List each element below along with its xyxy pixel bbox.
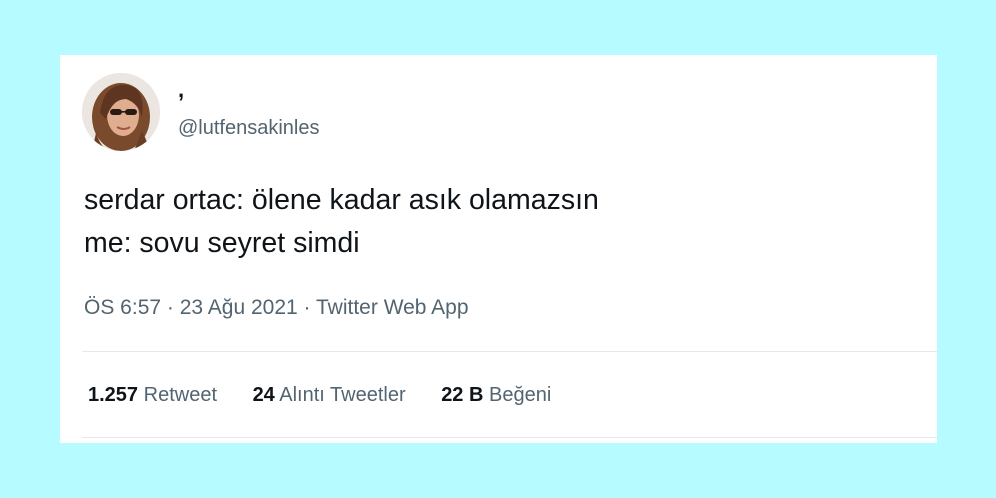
- meta-separator: ·: [166, 296, 174, 319]
- retweet-stat[interactable]: 1.257 Retweet: [88, 380, 217, 410]
- tweet-time[interactable]: ÖS 6:57: [84, 296, 161, 319]
- quote-tweet-stat[interactable]: 24 Alıntı Tweetler: [253, 380, 406, 410]
- tweet-date[interactable]: 23 Ağu 2021: [180, 296, 298, 319]
- tweet-card: , @lutfensakinles serdar ortac: ölene ka…: [60, 55, 937, 443]
- like-stat[interactable]: 22 B Beğeni: [441, 380, 551, 410]
- stat-count: 1.257: [88, 384, 139, 406]
- stat-label: Beğeni: [489, 384, 552, 406]
- display-name[interactable]: ,: [178, 77, 184, 103]
- avatar[interactable]: [82, 73, 160, 151]
- stat-count: 22 B: [441, 384, 484, 406]
- tweet-stats: 1.257 Retweet 24 Alıntı Tweetler 22 B Be…: [88, 380, 581, 410]
- tweet-text: serdar ortac: ölene kadar asık olamazsın…: [84, 184, 599, 259]
- stat-label: Alıntı Tweetler: [279, 384, 406, 406]
- profile-photo-icon: [82, 73, 160, 151]
- divider: [82, 351, 937, 352]
- user-handle[interactable]: @lutfensakinles: [178, 115, 319, 141]
- tweet-source[interactable]: Twitter Web App: [316, 296, 469, 319]
- divider: [82, 437, 937, 438]
- stat-count: 24: [252, 384, 275, 406]
- tweet-meta: ÖS 6:57 · 23 Ağu 2021 · Twitter Web App: [84, 293, 469, 323]
- stat-label: Retweet: [143, 384, 217, 406]
- meta-separator: ·: [303, 296, 311, 319]
